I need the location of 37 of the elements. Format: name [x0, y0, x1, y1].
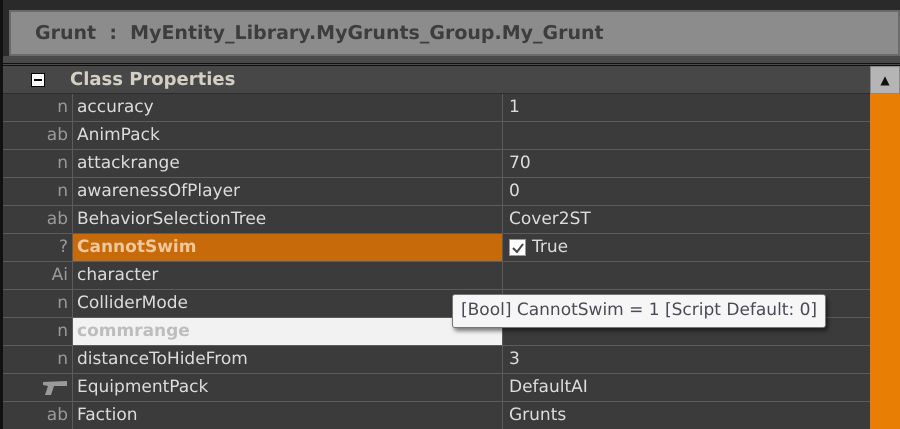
- property-name[interactable]: character: [77, 262, 158, 288]
- type-icon: n: [57, 150, 68, 176]
- checkbox[interactable]: [509, 239, 526, 256]
- property-name[interactable]: awarenessOfPlayer: [77, 178, 240, 204]
- property-value: True: [532, 236, 568, 259]
- type-icon: n: [57, 346, 68, 372]
- window-title: Grunt : MyEntity_Library.MyGrunts_Group.My_Grunt: [35, 20, 604, 46]
- property-name[interactable]: accuracy: [77, 94, 154, 120]
- property-name[interactable]: attackrange: [77, 150, 180, 176]
- property-value: DefaultAI: [509, 376, 588, 399]
- collapse-icon[interactable]: [31, 72, 45, 86]
- property-name[interactable]: AnimPack: [77, 122, 160, 148]
- section-title: Class Properties: [70, 68, 236, 92]
- property-value: 0: [509, 180, 520, 203]
- property-name[interactable]: Faction: [77, 402, 138, 428]
- type-icon: n: [57, 318, 68, 344]
- property-value: 1: [509, 96, 520, 119]
- pistol-icon: [42, 380, 68, 396]
- type-icon: ab: [46, 402, 68, 428]
- type-icon: n: [57, 178, 68, 204]
- property-value: 3: [509, 348, 520, 371]
- type-icon: ?: [58, 234, 68, 260]
- property-name[interactable]: distanceToHideFrom: [77, 346, 248, 372]
- type-icon: Ai: [52, 262, 68, 288]
- property-name[interactable]: BehaviorSelectionTree: [77, 206, 266, 232]
- type-icon: n: [57, 290, 68, 316]
- property-value: Grunts: [509, 404, 566, 427]
- property-name[interactable]: ColliderMode: [77, 290, 188, 316]
- property-value: 70: [509, 152, 531, 175]
- property-name[interactable]: EquipmentPack: [77, 374, 208, 400]
- type-icon: n: [57, 94, 68, 120]
- type-icon: ab: [46, 122, 68, 148]
- property-value: Cover2ST: [509, 208, 591, 231]
- scroll-up-button[interactable]: ▲: [870, 66, 900, 94]
- type-icon: ab: [46, 206, 68, 232]
- tooltip: [Bool] CannotSwim = 1 [Script Default: 0]: [452, 294, 826, 328]
- scrollbar[interactable]: ▲: [870, 66, 900, 429]
